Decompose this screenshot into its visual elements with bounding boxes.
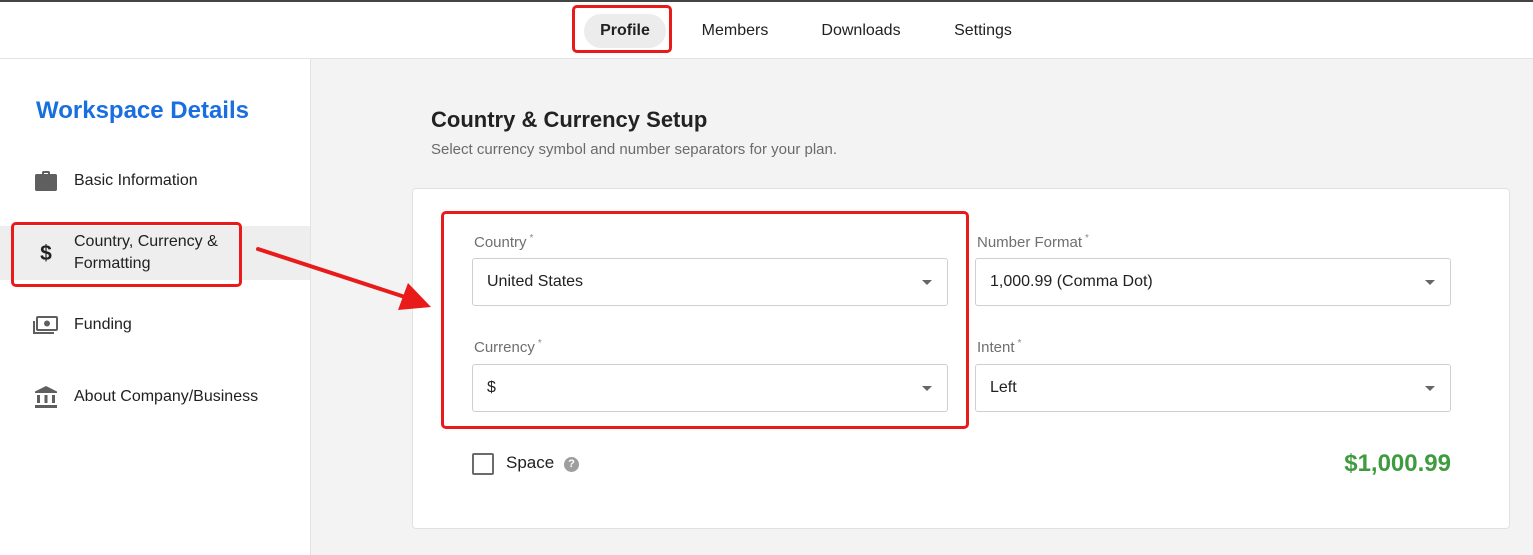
- svg-text:$: $: [40, 242, 52, 265]
- chevron-down-icon: [1425, 280, 1435, 285]
- space-checkbox-label[interactable]: Space: [506, 453, 554, 473]
- page-title: Country & Currency Setup: [431, 107, 708, 132]
- sidebar-item-label: Funding: [74, 316, 132, 333]
- sidebar: Workspace Details Basic Information $ Co…: [0, 59, 311, 555]
- bank-icon: [0, 385, 74, 409]
- page-subtitle: Select currency symbol and number separa…: [431, 141, 838, 158]
- main-content: Country & Currency Setup Select currency…: [311, 59, 1533, 555]
- space-checkbox[interactable]: [472, 453, 494, 475]
- currency-select[interactable]: $: [472, 364, 948, 412]
- sidebar-item-country-currency-formatting[interactable]: $ Country, Currency & Formatting: [0, 226, 310, 280]
- sidebar-item-label: About Company/Business: [74, 388, 259, 405]
- top-nav: Profile Members Downloads Settings: [0, 0, 1533, 59]
- intent-label: Intent *: [977, 338, 1022, 356]
- sidebar-item-label: Basic Information: [74, 172, 198, 189]
- country-select[interactable]: United States: [472, 258, 948, 306]
- format-preview-amount: $1,000.99: [1344, 450, 1451, 477]
- tab-members[interactable]: Members: [694, 14, 776, 48]
- country-label: Country *: [474, 233, 534, 251]
- sidebar-item-about-company[interactable]: About Company/Business: [0, 381, 310, 413]
- country-value: United States: [487, 273, 584, 290]
- tab-downloads[interactable]: Downloads: [813, 14, 909, 48]
- number-format-select[interactable]: 1,000.99 (Comma Dot): [975, 258, 1451, 306]
- number-format-label: Number Format *: [977, 233, 1089, 251]
- number-format-value: 1,000.99 (Comma Dot): [990, 273, 1153, 290]
- currency-value: $: [487, 379, 496, 396]
- chevron-down-icon: [922, 386, 932, 391]
- chevron-down-icon: [1425, 386, 1435, 391]
- intent-value: Left: [990, 379, 1017, 396]
- intent-select[interactable]: Left: [975, 364, 1451, 412]
- money-icon: [0, 315, 74, 335]
- chevron-down-icon: [922, 280, 932, 285]
- dollar-icon: $: [0, 241, 74, 265]
- tab-settings[interactable]: Settings: [946, 14, 1020, 48]
- briefcase-icon: [0, 170, 74, 192]
- sidebar-item-funding[interactable]: Funding: [0, 309, 310, 341]
- help-icon[interactable]: ?: [564, 457, 579, 472]
- sidebar-item-basic-information[interactable]: Basic Information: [0, 165, 310, 197]
- currency-label: Currency *: [474, 338, 542, 356]
- settings-card: Country * United States Number Format * 1,…: [412, 188, 1510, 529]
- sidebar-title: Workspace Details: [36, 97, 249, 124]
- sidebar-item-label: Country, Currency & Formatting: [74, 233, 218, 272]
- tab-profile[interactable]: Profile: [584, 14, 666, 48]
